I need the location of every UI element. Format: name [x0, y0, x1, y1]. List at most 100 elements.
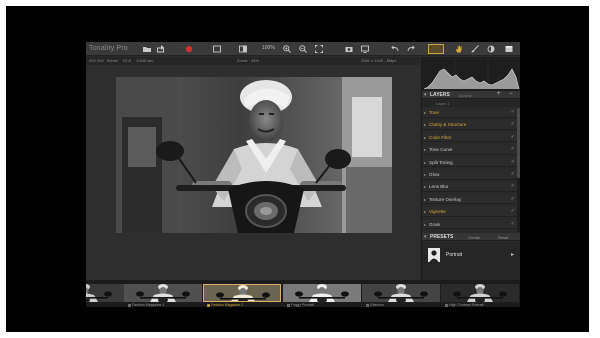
filmstrip-caption-label: Foggy Portrait — [291, 303, 314, 307]
check-icon[interactable]: ✓ — [511, 134, 515, 140]
presets-title: PRESETS — [430, 234, 454, 240]
check-icon[interactable]: ✓ — [511, 221, 515, 227]
info-zoom-label: Zoom: — [237, 58, 249, 63]
app-title: Tonality Pro — [89, 45, 128, 52]
filmstrip-thumbnail[interactable] — [86, 284, 124, 302]
caret-right-icon: ▸ — [424, 172, 427, 177]
filmstrip-thumbnail[interactable] — [441, 284, 519, 302]
filter-item[interactable]: ▸ Color Filter ✓ — [422, 132, 517, 143]
monitor-icon[interactable] — [360, 44, 370, 54]
filter-item[interactable]: ▸ Glow ✓ — [422, 170, 517, 180]
add-layer-button[interactable]: + — [497, 91, 501, 97]
chevron-right-icon[interactable]: ▸ — [511, 251, 514, 258]
image-canvas[interactable] — [86, 65, 420, 280]
filter-label: Split Toning — [429, 159, 453, 165]
zoom-out-icon[interactable] — [298, 44, 308, 54]
filmstrip-thumbnail[interactable] — [203, 284, 281, 302]
create-preset-button[interactable]: Create — [468, 235, 480, 240]
undo-icon[interactable] — [390, 44, 400, 54]
scrollbar-thumb[interactable] — [517, 108, 520, 178]
redo-icon[interactable] — [406, 44, 416, 54]
info-focal: 50mm — [107, 58, 119, 63]
zoom-in-icon[interactable] — [282, 44, 292, 54]
filter-scrollbar[interactable] — [517, 108, 520, 232]
filter-item[interactable]: ▸ Tone Curve ✓ — [422, 145, 517, 155]
crop-icon[interactable] — [212, 44, 222, 54]
remove-layer-button[interactable]: − — [509, 91, 513, 97]
filmstrip-caption[interactable]: Foggy Portrait — [287, 303, 314, 307]
filter-item[interactable]: ▸ Texture Overlay ✓ — [422, 194, 517, 205]
hand-icon[interactable] — [454, 44, 464, 54]
filter-item[interactable]: ▸ Split Toning ✓ — [422, 157, 517, 168]
caret-right-icon: ▸ — [424, 122, 427, 128]
preset-row[interactable]: Portrait ▸ — [422, 242, 520, 280]
chevron-down-icon: ▾ — [424, 234, 427, 240]
filmstrip-caption-label: Fashion Magazine 1 — [132, 303, 165, 307]
caret-right-icon: ▸ — [424, 184, 427, 190]
filmstrip-caption[interactable]: Fashion Magazine 1 — [128, 303, 164, 307]
check-icon[interactable]: ✓ — [511, 183, 515, 189]
fit-icon[interactable] — [314, 44, 324, 54]
record-icon[interactable] — [184, 44, 194, 54]
video-frame: Tonality Pro 100% ISO 200 50mm f/2.8 1/1… — [6, 6, 589, 332]
filter-item[interactable]: ▸ Vignette ✓ — [422, 207, 517, 217]
reset-preset-button[interactable]: Reset — [498, 235, 508, 240]
preset-name: Portrait — [446, 252, 463, 258]
radio-dot-icon — [207, 303, 210, 307]
filmstrip-thumbnail[interactable] — [124, 284, 202, 302]
filmstrip-thumbnail[interactable] — [362, 284, 440, 302]
filter-label: Vignette — [429, 209, 446, 215]
main-photo[interactable] — [116, 77, 392, 233]
preset-filmstrip: Fashion Magazine 1 Fashion Magazine 2 Fogg… — [86, 280, 520, 307]
caret-right-icon: ▸ — [424, 221, 427, 227]
check-icon[interactable]: ✓ — [511, 208, 515, 214]
filmstrip-caption[interactable]: Glamour — [366, 303, 384, 307]
compare-icon[interactable] — [238, 44, 248, 54]
radio-dot-icon — [366, 303, 369, 307]
chevron-down-icon: ▾ — [424, 92, 427, 98]
camera-icon[interactable] — [344, 44, 354, 54]
check-icon[interactable]: ✓ — [511, 109, 515, 115]
brush-icon[interactable] — [470, 44, 480, 54]
layers-header[interactable]: ▾ LAYERS Opacity: + − — [422, 91, 520, 99]
filter-label: Glow — [429, 172, 440, 177]
filter-label: Tone Curve — [429, 147, 453, 153]
mask-icon[interactable] — [486, 44, 496, 54]
filter-label: Lens Blur — [429, 184, 449, 190]
filter-item[interactable]: ▸ Grain ✓ — [422, 219, 517, 230]
zoom-label[interactable]: 100% — [262, 45, 275, 51]
filmstrip-caption[interactable]: Fashion Magazine 2 — [207, 303, 243, 307]
histogram — [422, 57, 520, 91]
radio-dot-icon — [287, 303, 290, 307]
filter-item[interactable]: ▸ Tone ✓ — [422, 108, 517, 118]
caret-right-icon: ▸ — [424, 147, 427, 153]
check-icon[interactable]: ✓ — [511, 196, 515, 202]
filmstrip-caption[interactable]: High Contrast Portrait — [445, 303, 484, 307]
layers-title: LAYERS — [430, 92, 450, 98]
layer-mode-button[interactable] — [428, 44, 444, 54]
caret-right-icon: ▸ — [424, 110, 427, 115]
layer-row[interactable]: Layer 1 — [422, 100, 520, 107]
right-panel: ▾ LAYERS Opacity: + − Layer 1 ▸ Tone ✓ ▸… — [421, 57, 520, 280]
filmstrip-thumbnail[interactable] — [283, 284, 361, 302]
check-icon[interactable]: ✓ — [511, 159, 515, 165]
radio-dot-icon — [128, 303, 131, 307]
check-icon[interactable]: ✓ — [511, 121, 515, 127]
filter-item[interactable]: ▸ Lens Blur ✓ — [422, 182, 517, 192]
check-icon[interactable]: ✓ — [511, 171, 515, 177]
radio-dot-icon — [445, 303, 448, 307]
info-aperture: f/2.8 — [123, 58, 131, 63]
caret-right-icon: ▸ — [424, 134, 427, 140]
caret-right-icon: ▸ — [424, 196, 427, 202]
export-icon[interactable] — [156, 44, 166, 54]
layers-opacity-label: Opacity: — [458, 93, 473, 98]
check-icon[interactable]: ✓ — [511, 146, 515, 152]
presets-header[interactable]: ▾ PRESETS Create Reset — [422, 233, 520, 241]
caret-right-icon: ▸ — [424, 209, 427, 215]
folder-icon[interactable] — [142, 44, 152, 54]
caret-right-icon: ▸ — [424, 159, 427, 165]
panel-icon[interactable] — [504, 44, 514, 54]
info-iso: ISO 200 — [89, 58, 104, 63]
filmstrip-caption-label: Glamour — [370, 303, 384, 307]
filter-item[interactable]: ▸ Clarity & Structure ✓ — [422, 120, 517, 130]
